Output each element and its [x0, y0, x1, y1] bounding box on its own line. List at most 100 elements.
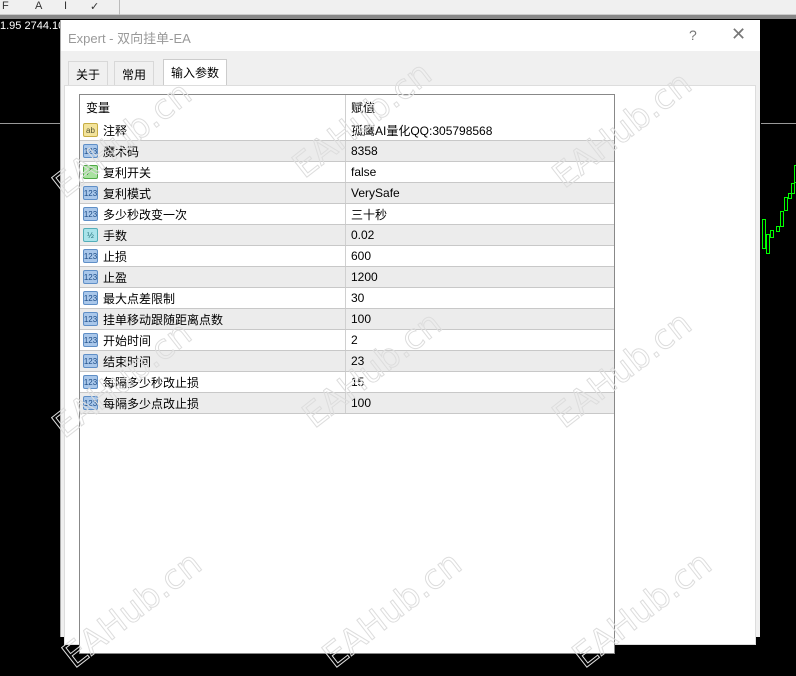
- variable-name: 复利开关: [103, 165, 152, 180]
- integer-icon: 123: [83, 270, 98, 284]
- text-tool-button[interactable]: A: [35, 0, 42, 12]
- column-header-value[interactable]: 赋值: [346, 99, 375, 116]
- table-row[interactable]: 123 多少秒改变一次 三十秒: [80, 204, 614, 225]
- candle: [780, 211, 784, 227]
- close-button[interactable]: ✕: [731, 24, 746, 45]
- variable-name: 止盈: [103, 270, 128, 285]
- chart-left[interactable]: [0, 19, 60, 637]
- variable-cell[interactable]: 123 复利模式: [80, 183, 346, 203]
- variable-cell[interactable]: 123 多少秒改变一次: [80, 204, 346, 224]
- expert-properties-dialog: Expert - 双向挂单-EA ? ✕ 关于 常用 输入参数 变量 赋值 ab…: [60, 20, 760, 654]
- boolean-icon: ⁄‾: [83, 165, 98, 179]
- variable-name: 手数: [103, 228, 128, 243]
- value-cell[interactable]: 0.02: [346, 228, 374, 242]
- variable-name: 每隔多少秒改止损: [103, 375, 200, 390]
- variable-name: 魔术码: [103, 144, 140, 159]
- table-row[interactable]: ½ 手数 0.02: [80, 225, 614, 246]
- dialog-title: Expert - 双向挂单-EA: [68, 31, 191, 46]
- double-icon: ½: [83, 228, 98, 242]
- tab-about[interactable]: 关于: [68, 61, 109, 85]
- variable-name: 每隔多少点改止损: [103, 396, 200, 411]
- value-cell[interactable]: 孤鹰AI量化QQ:305798568: [346, 122, 492, 139]
- table-row[interactable]: 123 每隔多少秒改止损 15: [80, 372, 614, 393]
- chart-right[interactable]: [760, 19, 796, 637]
- variable-name: 开始时间: [103, 333, 152, 348]
- table-row[interactable]: 123 结束时间 23: [80, 351, 614, 372]
- table-row[interactable]: 123 每隔多少点改止损 100: [80, 393, 614, 414]
- value-cell[interactable]: 三十秒: [346, 206, 387, 223]
- price-line: [0, 123, 60, 124]
- tab-label: 关于: [76, 68, 101, 82]
- candle: [784, 197, 788, 211]
- integer-icon: 123: [83, 312, 98, 326]
- table-row[interactable]: 123 最大点差限制 30: [80, 288, 614, 309]
- tab-label: 输入参数: [171, 66, 220, 80]
- string-icon: ab: [83, 123, 98, 137]
- variable-cell[interactable]: 123 挂单移动跟随距离点数: [80, 309, 346, 329]
- arrows-tool-button[interactable]: ✓: [90, 0, 99, 13]
- variable-cell[interactable]: 123 魔术码: [80, 141, 346, 161]
- tab-common[interactable]: 常用: [114, 61, 155, 85]
- table-row[interactable]: ab 注释 孤鹰AI量化QQ:305798568: [80, 120, 614, 141]
- value-cell[interactable]: 30: [346, 291, 364, 305]
- fibo-tool-button[interactable]: F: [2, 0, 9, 12]
- variable-cell[interactable]: ab 注释: [80, 120, 346, 140]
- value-cell[interactable]: 600: [346, 249, 371, 263]
- value-cell[interactable]: 15: [346, 375, 364, 389]
- value-cell[interactable]: VerySafe: [346, 186, 400, 200]
- integer-icon: 123: [83, 396, 98, 410]
- variable-name: 复利模式: [103, 186, 152, 201]
- variable-name: 止损: [103, 249, 128, 264]
- integer-icon: 123: [83, 207, 98, 221]
- integer-icon: 123: [83, 333, 98, 347]
- toolbar-border: [0, 15, 796, 19]
- variable-name: 挂单移动跟随距离点数: [103, 312, 224, 327]
- table-row[interactable]: 123 挂单移动跟随距离点数 100: [80, 309, 614, 330]
- table-row[interactable]: 123 止损 600: [80, 246, 614, 267]
- table-row[interactable]: 123 止盈 1200: [80, 267, 614, 288]
- variable-cell[interactable]: 123 最大点差限制: [80, 288, 346, 308]
- table-header: 变量 赋值: [80, 95, 614, 120]
- variable-cell[interactable]: 123 止盈: [80, 267, 346, 287]
- variable-name: 多少秒改变一次: [103, 207, 188, 222]
- candle: [770, 230, 774, 238]
- tab-label: 常用: [122, 68, 147, 82]
- variable-cell[interactable]: 123 开始时间: [80, 330, 346, 350]
- value-cell[interactable]: 8358: [346, 144, 378, 158]
- price-line: [761, 123, 796, 124]
- table-row[interactable]: 123 魔术码 8358: [80, 141, 614, 162]
- value-cell[interactable]: 1200: [346, 270, 378, 284]
- toolbar-separator: [119, 0, 120, 15]
- title-bar[interactable]: Expert - 双向挂单-EA ? ✕: [61, 20, 760, 51]
- label-tool-button[interactable]: I: [64, 0, 67, 12]
- integer-icon: 123: [83, 144, 98, 158]
- variable-cell[interactable]: 123 每隔多少点改止损: [80, 393, 346, 413]
- variable-name: 注释: [103, 123, 128, 138]
- column-header-variable[interactable]: 变量: [80, 95, 346, 120]
- tab-inputs[interactable]: 输入参数: [163, 59, 228, 86]
- variable-cell[interactable]: ½ 手数: [80, 225, 346, 245]
- value-cell[interactable]: 100: [346, 312, 371, 326]
- variable-name: 最大点差限制: [103, 291, 176, 306]
- variable-cell[interactable]: ⁄‾ 复利开关: [80, 162, 346, 182]
- variable-cell[interactable]: 123 每隔多少秒改止损: [80, 372, 346, 392]
- variable-name: 结束时间: [103, 354, 152, 369]
- table-row[interactable]: 123 复利模式 VerySafe: [80, 183, 614, 204]
- value-cell[interactable]: 100: [346, 396, 371, 410]
- integer-icon: 123: [83, 375, 98, 389]
- variable-cell[interactable]: 123 结束时间: [80, 351, 346, 371]
- value-cell[interactable]: 2: [346, 333, 358, 347]
- inputs-panel: 变量 赋值 ab 注释 孤鹰AI量化QQ:305798568 123 魔术码 8358 ⁄‾…: [64, 85, 756, 654]
- table-row[interactable]: 123 开始时间 2: [80, 330, 614, 351]
- table-row[interactable]: ⁄‾ 复利开关 false: [80, 162, 614, 183]
- toolbar: F A I ✓: [0, 0, 796, 15]
- integer-icon: 123: [83, 291, 98, 305]
- help-button[interactable]: ?: [689, 27, 697, 43]
- value-cell[interactable]: 23: [346, 354, 364, 368]
- value-cell[interactable]: false: [346, 165, 376, 179]
- inputs-table: 变量 赋值 ab 注释 孤鹰AI量化QQ:305798568 123 魔术码 8358 ⁄‾…: [79, 94, 615, 654]
- variable-cell[interactable]: 123 止损: [80, 246, 346, 266]
- integer-icon: 123: [83, 186, 98, 200]
- candle: [791, 183, 795, 194]
- integer-icon: 123: [83, 354, 98, 368]
